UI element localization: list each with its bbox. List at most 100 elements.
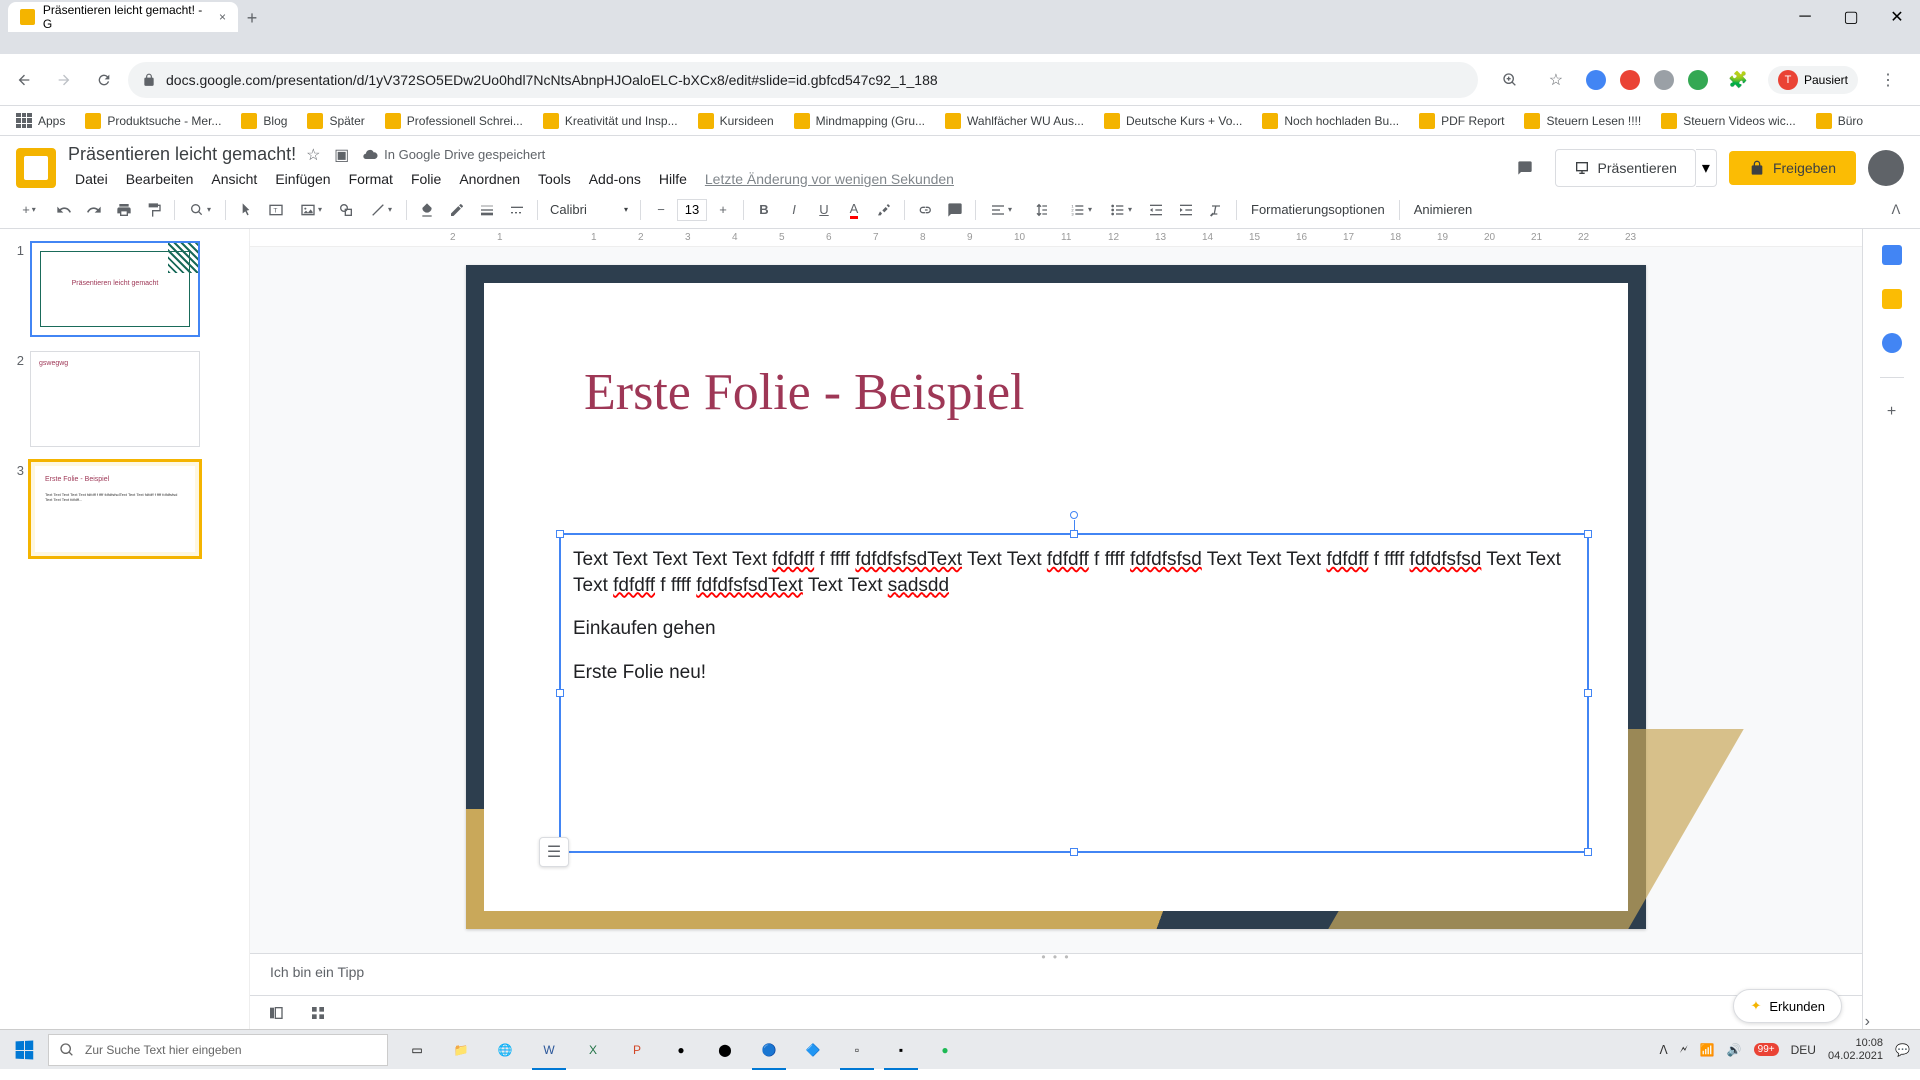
outdent-button[interactable] <box>1142 196 1170 224</box>
extension-icon[interactable] <box>1586 70 1606 90</box>
next-arrow[interactable]: › <box>1865 1013 1870 1031</box>
close-tab-icon[interactable]: × <box>219 10 226 24</box>
menu-bearbeiten[interactable]: Bearbeiten <box>119 167 201 191</box>
shape-button[interactable] <box>332 196 360 224</box>
last-change-link[interactable]: Letzte Änderung vor wenigen Sekunden <box>698 167 961 191</box>
resize-handle[interactable] <box>1584 848 1592 856</box>
edge-icon[interactable]: 🌐 <box>484 1030 526 1070</box>
image-button[interactable]: ▾ <box>292 196 330 224</box>
back-button[interactable] <box>8 64 40 96</box>
speaker-notes[interactable]: • • • Ich bin ein Tipp <box>250 953 1862 995</box>
filmstrip-view-button[interactable] <box>264 1001 288 1025</box>
bookmark-item[interactable]: Später <box>299 109 372 133</box>
word-icon[interactable]: W <box>528 1030 570 1070</box>
indent-button[interactable] <box>1172 196 1200 224</box>
user-avatar[interactable] <box>1868 150 1904 186</box>
bookmark-item[interactable]: Wahlfächer WU Aus... <box>937 109 1092 133</box>
slide[interactable]: Erste Folie - Beispiel Text Text Text Te… <box>466 265 1646 929</box>
resize-handle[interactable] <box>1070 530 1078 538</box>
bookmark-item[interactable]: Kursideen <box>690 109 782 133</box>
body-paragraph-3[interactable]: Erste Folie neu! <box>573 660 1575 686</box>
bold-button[interactable]: B <box>750 196 778 224</box>
excel-icon[interactable]: X <box>572 1030 614 1070</box>
wifi-icon[interactable]: 📶 <box>1700 1043 1715 1057</box>
line-spacing-button[interactable] <box>1022 196 1060 224</box>
calendar-icon[interactable] <box>1882 245 1902 265</box>
battery-icon[interactable]: 🗲 <box>1680 1042 1688 1057</box>
format-options-button[interactable]: Formatierungsoptionen <box>1243 202 1393 217</box>
extensions-puzzle-icon[interactable]: 🧩 <box>1722 64 1754 96</box>
menu-anordnen[interactable]: Anordnen <box>452 167 527 191</box>
bookmark-item[interactable]: Produktsuche - Mer... <box>77 109 229 133</box>
bookmark-item[interactable]: Professionell Schrei... <box>377 109 531 133</box>
highlight-button[interactable] <box>870 196 898 224</box>
body-paragraph-1[interactable]: Text Text Text Text Text fdfdff f ffff f… <box>573 547 1575 598</box>
line-button[interactable]: ▾ <box>362 196 400 224</box>
resize-handle[interactable] <box>1584 530 1592 538</box>
redo-button[interactable] <box>80 196 108 224</box>
app-icon[interactable]: ● <box>660 1030 702 1070</box>
app-icon[interactable]: ▫ <box>836 1030 878 1070</box>
slide-title[interactable]: Erste Folie - Beispiel <box>584 363 1024 422</box>
animate-button[interactable]: Animieren <box>1406 202 1481 217</box>
comment-button[interactable] <box>941 196 969 224</box>
slide-thumb-3[interactable]: Erste Folie - Beispiel Text Text Text Te… <box>30 461 200 557</box>
bookmark-item[interactable]: Büro <box>1808 109 1871 133</box>
align-button[interactable]: ▾ <box>982 196 1020 224</box>
bookmark-item[interactable]: Blog <box>233 109 295 133</box>
obs-icon[interactable]: ⬤ <box>704 1030 746 1070</box>
collapse-toolbar-button[interactable]: ᐱ <box>1882 196 1910 224</box>
star-icon[interactable]: ☆ <box>1540 64 1572 96</box>
extension-icon[interactable] <box>1620 70 1640 90</box>
present-button[interactable]: Präsentieren <box>1555 149 1696 187</box>
bookmark-item[interactable]: Kreativität und Insp... <box>535 109 686 133</box>
menu-tools[interactable]: Tools <box>531 167 578 191</box>
text-overflow-indicator[interactable]: ☰ <box>539 837 569 867</box>
slide-thumb-2[interactable]: gswegwg <box>30 351 200 447</box>
minimize-window-button[interactable]: ─ <box>1782 2 1828 32</box>
volume-icon[interactable]: 🔊 <box>1727 1043 1742 1057</box>
move-icon[interactable]: ▣ <box>334 145 352 165</box>
border-dash-button[interactable] <box>503 196 531 224</box>
bookmark-item[interactable]: Noch hochladen Bu... <box>1254 109 1407 133</box>
present-dropdown[interactable]: ▾ <box>1696 149 1717 187</box>
share-button[interactable]: Freigeben <box>1729 151 1856 185</box>
language-indicator[interactable]: DEU <box>1791 1043 1816 1057</box>
decrease-font-button[interactable]: − <box>647 196 675 224</box>
reload-button[interactable] <box>88 64 120 96</box>
italic-button[interactable]: I <box>780 196 808 224</box>
grid-view-button[interactable] <box>306 1001 330 1025</box>
tasks-icon[interactable] <box>1882 333 1902 353</box>
menu-datei[interactable]: Datei <box>68 167 115 191</box>
menu-format[interactable]: Format <box>342 167 400 191</box>
numbered-list-button[interactable]: 123▾ <box>1062 196 1100 224</box>
textbox-button[interactable]: T <box>262 196 290 224</box>
browser-tab[interactable]: Präsentieren leicht gemacht! - G × <box>8 2 238 32</box>
font-selector[interactable]: Calibri ▾ <box>544 202 634 217</box>
new-tab-button[interactable]: + <box>238 4 266 32</box>
font-size-input[interactable]: 13 <box>677 199 707 221</box>
zoom-icon[interactable] <box>1494 64 1526 96</box>
spotify-icon[interactable]: ● <box>924 1030 966 1070</box>
paint-format-button[interactable] <box>140 196 168 224</box>
select-tool-button[interactable] <box>232 196 260 224</box>
app-icon[interactable]: ▪ <box>880 1030 922 1070</box>
link-button[interactable] <box>911 196 939 224</box>
slide-thumb-1[interactable]: Präsentieren leicht gemacht <box>30 241 200 337</box>
address-bar[interactable]: docs.google.com/presentation/d/1yV372SO5… <box>128 62 1478 98</box>
edge-icon[interactable]: 🔷 <box>792 1030 834 1070</box>
menu-ansicht[interactable]: Ansicht <box>204 167 264 191</box>
body-paragraph-2[interactable]: Einkaufen gehen <box>573 616 1575 642</box>
extension-icon[interactable] <box>1654 70 1674 90</box>
keep-icon[interactable] <box>1882 289 1902 309</box>
menu-einfuegen[interactable]: Einfügen <box>268 167 337 191</box>
text-color-button[interactable]: A <box>840 196 868 224</box>
taskbar-search[interactable]: Zur Suche Text hier eingeben <box>48 1034 388 1066</box>
new-slide-button[interactable]: +▾ <box>10 196 48 224</box>
profile-paused-badge[interactable]: T Pausiert <box>1768 66 1858 94</box>
text-box-selected[interactable]: Text Text Text Text Text fdfdff f ffff f… <box>559 533 1589 853</box>
forward-button[interactable] <box>48 64 80 96</box>
bookmark-item[interactable]: Mindmapping (Gru... <box>786 109 933 133</box>
bookmark-item[interactable]: Steuern Videos wic... <box>1653 109 1804 133</box>
bookmark-item[interactable]: Steuern Lesen !!!! <box>1516 109 1649 133</box>
